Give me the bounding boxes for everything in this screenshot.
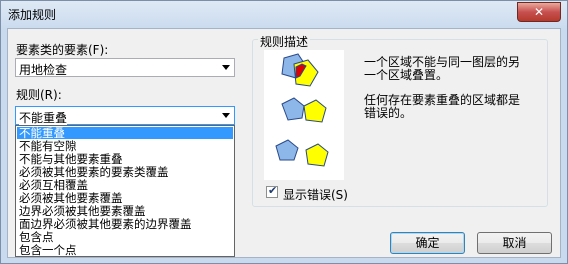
feature-class-label: 要素类的要素(F): bbox=[16, 43, 109, 57]
rule-option[interactable]: 面边界必须被其他要素的边界覆盖 bbox=[17, 218, 233, 230]
show-errors-checkbox[interactable]: ✔ bbox=[266, 184, 278, 198]
feature-class-select[interactable]: 用地检查 bbox=[15, 58, 235, 77]
title-bar[interactable]: 添加规则 ✕ bbox=[1, 1, 567, 27]
show-errors-label[interactable]: 显示错误(S) bbox=[283, 186, 348, 203]
rule-option[interactable]: 包含点 bbox=[17, 231, 233, 243]
close-icon: ✕ bbox=[533, 5, 545, 19]
rule-option[interactable]: 必须互相覆盖 bbox=[17, 179, 233, 191]
rule-preview-image bbox=[264, 50, 344, 180]
checkmark-icon: ✔ bbox=[268, 184, 278, 197]
feature-class-value: 用地检查 bbox=[19, 63, 68, 77]
rule-select[interactable]: 不能重叠 bbox=[15, 106, 235, 126]
cancel-button[interactable]: 取消 bbox=[477, 232, 552, 254]
chevron-down-icon bbox=[222, 65, 230, 70]
rule-dropdown-list[interactable]: 不能重叠 不能有空隙 不能与其他要素重叠 必须被其他要素的要素类覆盖 必须互相覆… bbox=[15, 125, 235, 257]
rule-option[interactable]: 不能有空隙 bbox=[17, 140, 233, 152]
dialog-title: 添加规则 bbox=[8, 8, 57, 22]
rule-description-line: 错误的。 bbox=[364, 106, 413, 120]
rule-description-line: 一个区域叠置。 bbox=[364, 68, 449, 82]
rule-value: 不能重叠 bbox=[19, 109, 68, 126]
rule-description-title: 规则描述 bbox=[258, 33, 311, 50]
rule-option[interactable]: 不能重叠 bbox=[17, 127, 233, 139]
preview-yellow-shape bbox=[305, 143, 329, 167]
rule-option[interactable]: 必须被其他要素覆盖 bbox=[17, 192, 233, 204]
rule-option[interactable]: 包含一个点 bbox=[17, 244, 233, 256]
overlap-illustration bbox=[275, 53, 329, 167]
close-button[interactable]: ✕ bbox=[517, 2, 561, 22]
rule-option[interactable]: 必须被其他要素的要素类覆盖 bbox=[17, 166, 233, 178]
rule-option[interactable]: 边界必须被其他要素覆盖 bbox=[17, 205, 233, 217]
rule-option[interactable]: 不能与其他要素重叠 bbox=[17, 153, 233, 165]
chevron-down-icon bbox=[222, 113, 230, 118]
preview-yellow-shape bbox=[303, 99, 327, 123]
rule-label: 规则(R): bbox=[16, 88, 62, 102]
preview-blue-shape bbox=[281, 97, 305, 121]
ok-button[interactable]: 确定 bbox=[390, 232, 465, 254]
preview-blue-shape bbox=[275, 139, 299, 161]
